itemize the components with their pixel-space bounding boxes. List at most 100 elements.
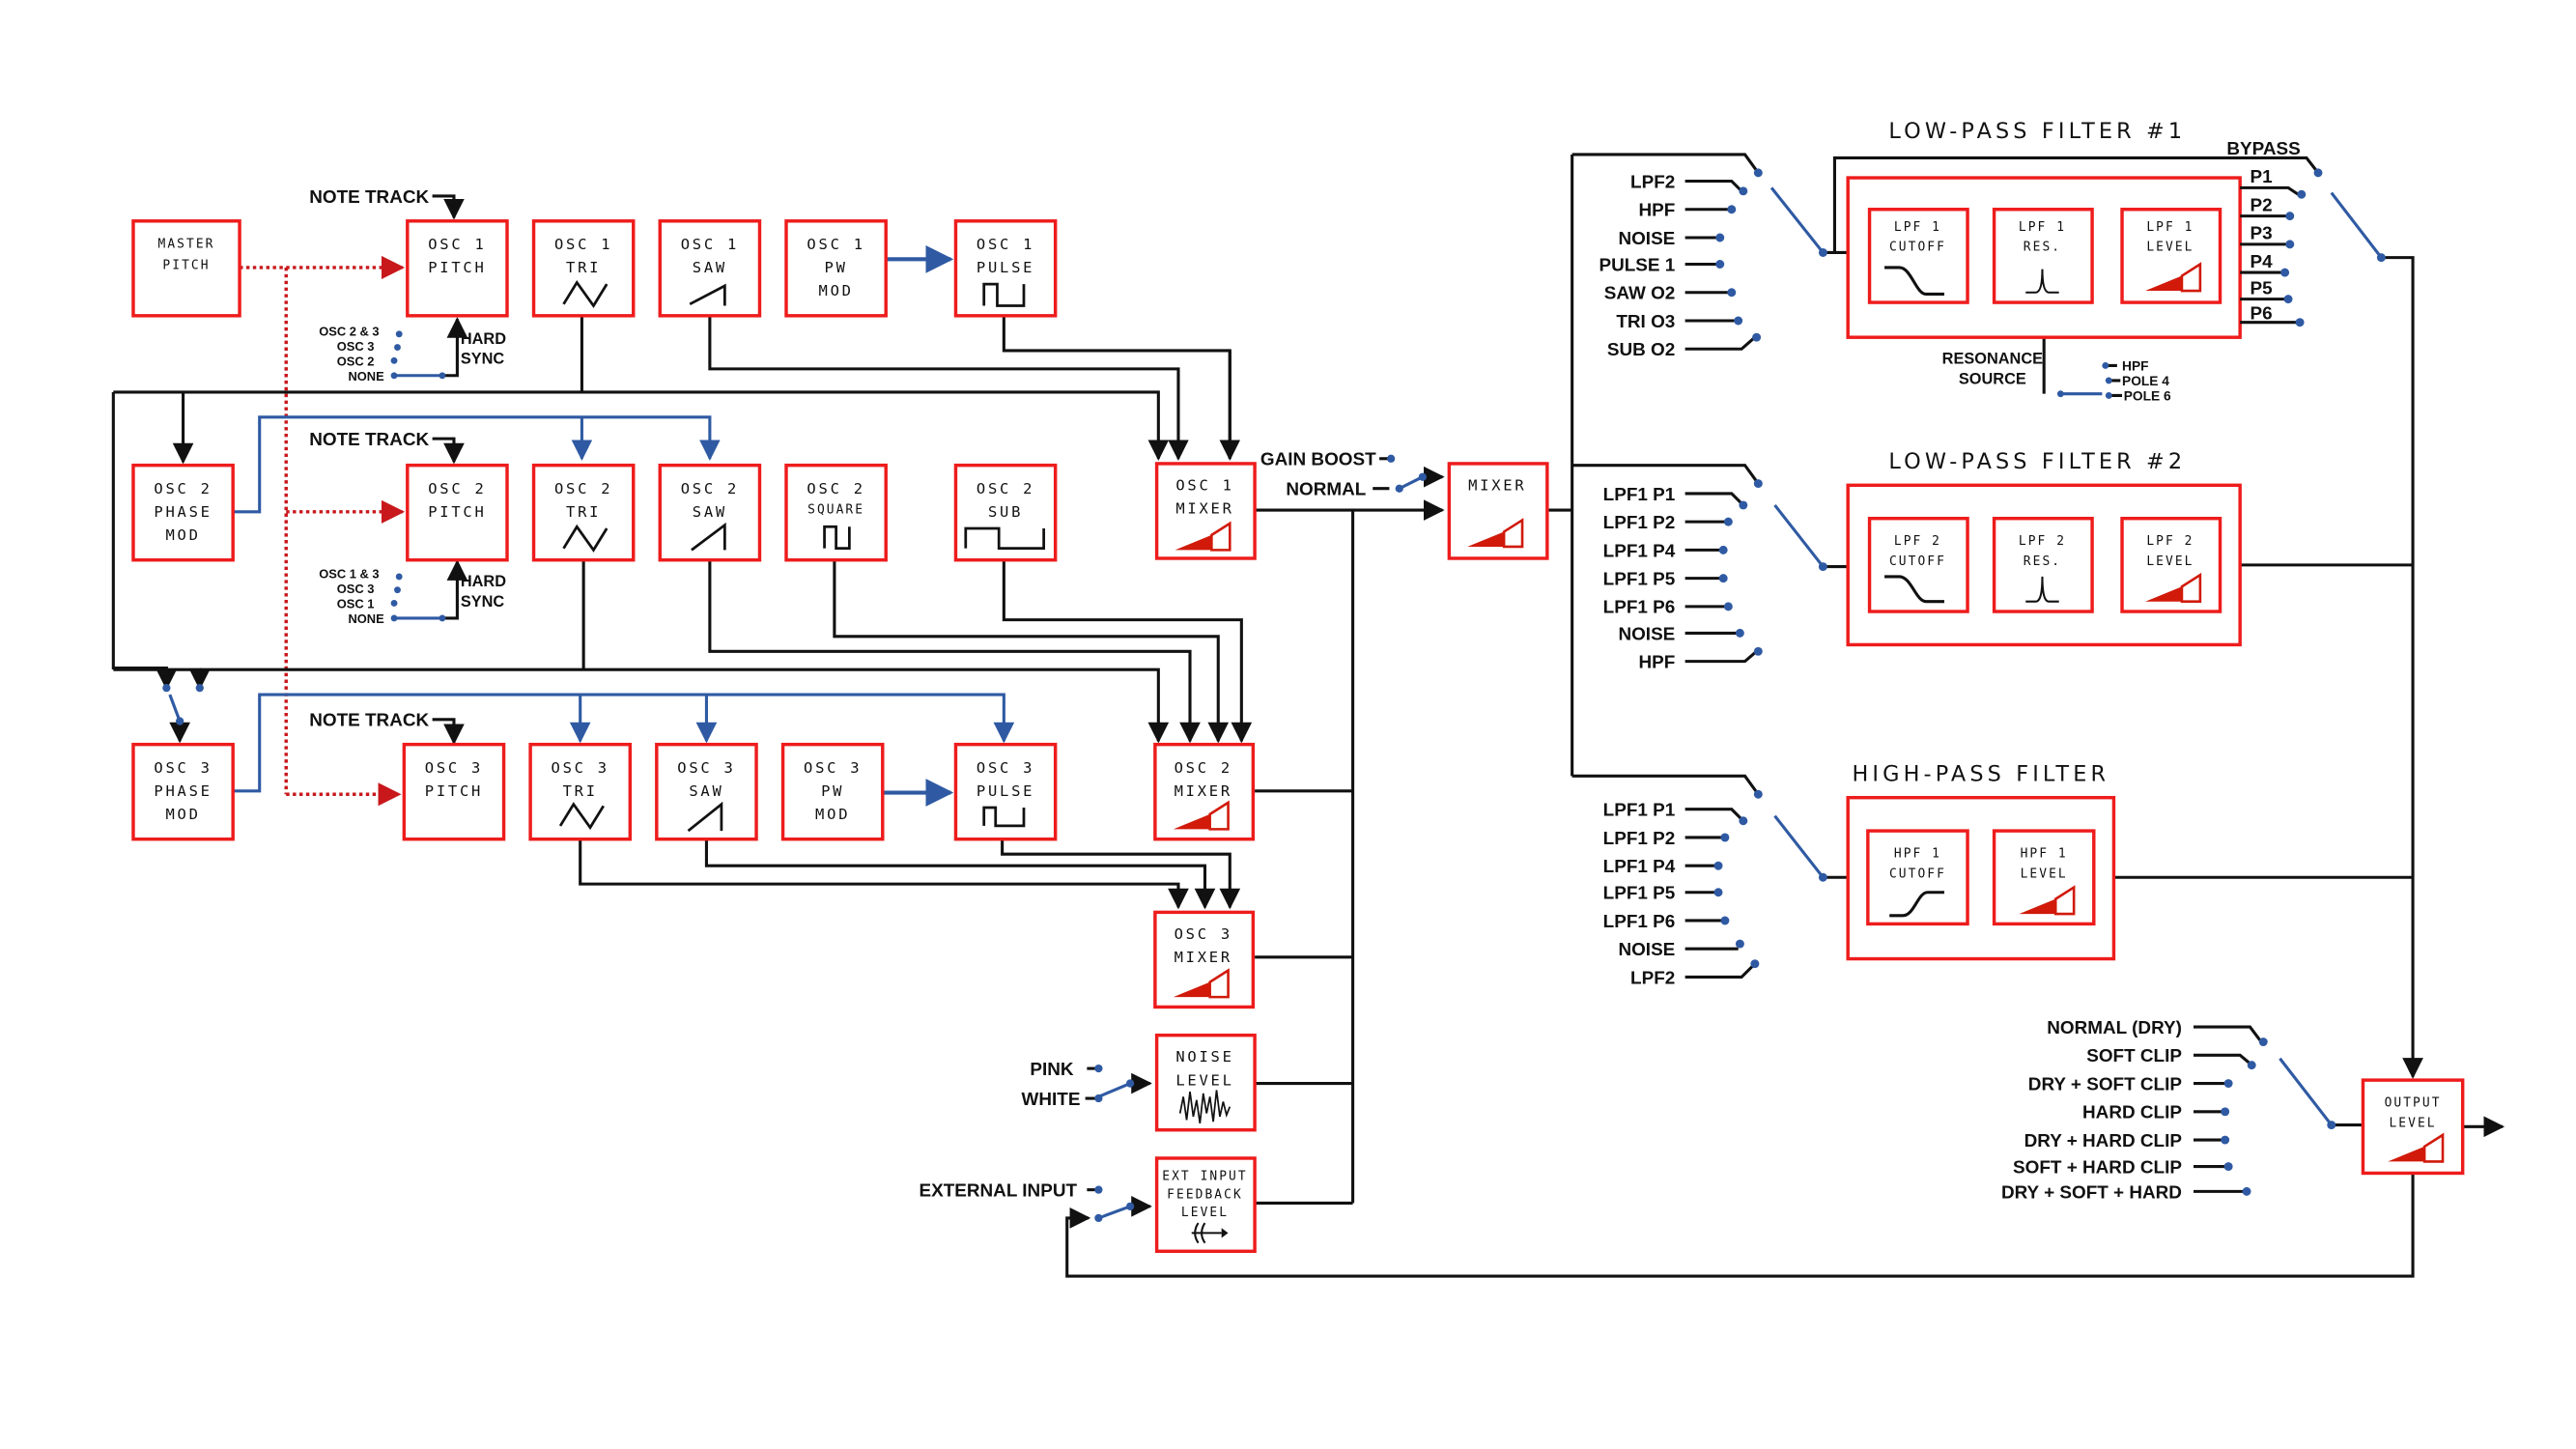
switch-contact-dot[interactable] xyxy=(1125,1202,1135,1210)
ext-input-selector[interactable]: EXTERNAL INPUT xyxy=(920,1181,1135,1223)
hpf-input-selector[interactable]: LPF1 P1 LPF1 P2 LPF1 P4 LPF1 P5 LPF1 P6 … xyxy=(1603,789,1827,989)
switch-contact-dot[interactable] xyxy=(1713,861,1723,870)
osc1-mixer-block[interactable]: OSC 1 MIXER xyxy=(1154,462,1257,560)
osc2-mixer-block[interactable]: OSC 2 MIXER xyxy=(1153,742,1256,841)
noise-option-white[interactable]: WHITE xyxy=(1022,1090,1081,1110)
switch-contact-dot[interactable] xyxy=(2105,391,2112,399)
switch-contact-dot[interactable] xyxy=(1094,1094,1103,1103)
switch-contact-dot[interactable] xyxy=(1735,628,1744,638)
osc3-pw-mod-block[interactable]: OSC 3 PW MOD xyxy=(780,742,885,841)
switch-contact-dot[interactable] xyxy=(1727,205,1737,214)
sync-option[interactable]: NONE xyxy=(348,611,384,626)
switch-contact-dot[interactable] xyxy=(439,614,446,622)
switch-contact-dot[interactable] xyxy=(1418,472,1427,481)
switch-contact-dot[interactable] xyxy=(1715,260,1725,269)
switch-contact-dot[interactable] xyxy=(1750,959,1760,969)
switch-contact-dot[interactable] xyxy=(1723,602,1733,611)
switch-contact-dot[interactable] xyxy=(1734,316,1743,326)
switch-contact-dot[interactable] xyxy=(394,344,401,351)
switch-contact-dot[interactable] xyxy=(195,684,204,693)
switch-contact-dot[interactable] xyxy=(1739,816,1748,826)
switch-contact-dot[interactable] xyxy=(2056,390,2064,398)
switch-contact-dot[interactable] xyxy=(1723,517,1733,526)
osc3-phase-switch[interactable] xyxy=(162,684,204,725)
osc2-phase-mod-block[interactable]: OSC 2 PHASE MOD xyxy=(131,463,235,562)
osc1-pulse-block[interactable]: OSC 1 PULSE xyxy=(953,219,1058,318)
hpf-block[interactable]: HPF 1 CUTOFF HPF 1 LEVEL xyxy=(1846,795,2116,961)
switch-contact-dot[interactable] xyxy=(2247,1061,2256,1070)
switch-contact-dot[interactable] xyxy=(1395,484,1403,493)
switch-contact-dot[interactable] xyxy=(176,717,184,725)
osc1-pitch-block[interactable]: OSC 1 PITCH xyxy=(406,219,509,318)
switch-contact-dot[interactable] xyxy=(2242,1186,2251,1196)
lpf1-cutoff-block[interactable]: LPF 1 CUTOFF xyxy=(1867,208,1969,304)
switch-contact-dot[interactable] xyxy=(2285,240,2295,249)
lpf1-block[interactable]: LPF 1 CUTOFF LPF 1 RES. LPF 1 LEVEL xyxy=(1846,176,2242,339)
master-pitch-block[interactable]: MASTER PITCH xyxy=(131,219,241,318)
switch-contact-dot[interactable] xyxy=(1735,939,1744,949)
lpf2-cutoff-block[interactable]: LPF 2 CUTOFF xyxy=(1867,516,1969,613)
switch-contact-dot[interactable] xyxy=(1720,916,1730,925)
switch-contact-dot[interactable] xyxy=(2223,1162,2233,1172)
switch-contact-dot[interactable] xyxy=(1753,479,1763,489)
osc2-sub-block[interactable]: OSC 2 SUB xyxy=(953,463,1058,562)
output-level-block[interactable]: OUTPUT LEVEL xyxy=(2361,1078,2465,1176)
lpf2-resonance-block[interactable]: LPF 2 RES. xyxy=(1992,516,2094,613)
switch-contact-dot[interactable] xyxy=(2105,377,2112,384)
noise-type-selector[interactable]: PINK WHITE xyxy=(1022,1060,1135,1110)
gain-option-boost[interactable]: GAIN BOOST xyxy=(1260,450,1376,470)
switch-contact-dot[interactable] xyxy=(2285,212,2295,221)
lpf2-block[interactable]: LPF 2 CUTOFF LPF 2 RES. LPF 2 LEVEL xyxy=(1846,483,2242,647)
sync-option[interactable]: NONE xyxy=(348,369,384,384)
sync-option[interactable]: OSC 3 xyxy=(337,582,375,596)
osc3-pulse-block[interactable]: OSC 3 PULSE xyxy=(953,742,1058,841)
switch-contact-dot[interactable] xyxy=(162,684,171,693)
switch-contact-dot[interactable] xyxy=(2280,268,2290,277)
switch-contact-dot[interactable] xyxy=(394,586,401,594)
lpf2-input-selector[interactable]: LPF1 P1 LPF1 P2 LPF1 P4 LPF1 P5 LPF1 P6 … xyxy=(1603,479,1827,673)
osc3-pitch-block[interactable]: OSC 3 PITCH xyxy=(402,742,506,841)
switch-contact-dot[interactable] xyxy=(1718,545,1728,554)
osc3-mixer-block[interactable]: OSC 3 MIXER xyxy=(1153,910,1256,1009)
switch-contact-dot[interactable] xyxy=(390,614,398,622)
switch-contact-dot[interactable] xyxy=(2102,362,2109,369)
switch-contact-dot[interactable] xyxy=(2313,168,2323,178)
osc1-tri-block[interactable]: OSC 1 TRI xyxy=(531,219,636,318)
gain-option-normal[interactable]: NORMAL xyxy=(1286,480,1366,500)
switch-contact-dot[interactable] xyxy=(1125,1079,1135,1088)
hpf-level-block[interactable]: HPF 1 LEVEL xyxy=(1992,829,2096,926)
switch-contact-dot[interactable] xyxy=(395,573,403,581)
switch-contact-dot[interactable] xyxy=(1818,872,1827,882)
switch-contact-dot[interactable] xyxy=(395,330,403,338)
switch-contact-dot[interactable] xyxy=(1715,233,1725,242)
osc2-square-block[interactable]: OSC 2 SQUARE xyxy=(784,463,888,562)
switch-contact-dot[interactable] xyxy=(1094,1064,1103,1073)
lpf1-resonance-block[interactable]: LPF 1 RES. xyxy=(1992,208,2094,304)
resonance-source-selector[interactable]: RESONANCE SOURCE HPF POLE 4 POLE 6 xyxy=(1942,351,2171,404)
sync-option[interactable]: OSC 1 & 3 xyxy=(319,567,379,582)
switch-contact-dot[interactable] xyxy=(1713,888,1723,897)
switch-contact-dot[interactable] xyxy=(1818,562,1827,572)
lpf1-input-selector[interactable]: LPF2 HPF NOISE PULSE 1 SAW O2 TRI O3 SUB… xyxy=(1599,168,1827,360)
switch-contact-dot[interactable] xyxy=(1387,454,1396,463)
switch-contact-dot[interactable] xyxy=(2295,318,2305,327)
switch-contact-dot[interactable] xyxy=(1739,186,1748,196)
sync-option[interactable]: OSC 2 & 3 xyxy=(319,324,379,338)
osc1-pw-mod-block[interactable]: OSC 1 PW MOD xyxy=(784,219,888,318)
switch-contact-dot[interactable] xyxy=(1753,168,1763,178)
switch-contact-dot[interactable] xyxy=(2221,1135,2230,1145)
hpf-cutoff-block[interactable]: HPF 1 CUTOFF xyxy=(1866,829,1969,926)
switch-contact-dot[interactable] xyxy=(1753,646,1763,656)
switch-contact-dot[interactable] xyxy=(2258,1037,2268,1047)
osc2-pitch-block[interactable]: OSC 2 PITCH xyxy=(406,463,509,562)
noise-option-pink[interactable]: PINK xyxy=(1030,1060,1074,1080)
switch-contact-dot[interactable] xyxy=(1718,574,1728,583)
ext-input-feedback-block[interactable]: EXT INPUT FEEDBACK LEVEL xyxy=(1154,1156,1257,1254)
switch-contact-dot[interactable] xyxy=(2283,295,2293,304)
switch-contact-dot[interactable] xyxy=(390,599,398,607)
main-mixer-block[interactable]: MIXER xyxy=(1447,462,1549,560)
switch-contact-dot[interactable] xyxy=(1094,1185,1103,1194)
lpf1-level-block[interactable]: LPF 1 LEVEL xyxy=(2120,208,2222,304)
switch-contact-dot[interactable] xyxy=(1739,500,1748,510)
osc3-saw-block[interactable]: OSC 3 SAW xyxy=(655,742,758,841)
